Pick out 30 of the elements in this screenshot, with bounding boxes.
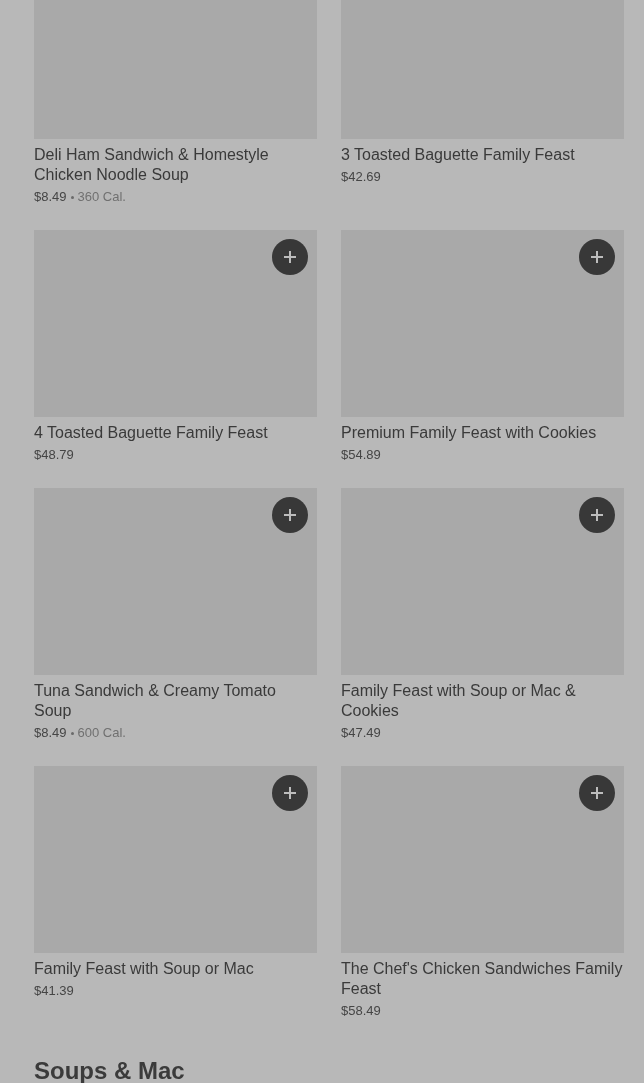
plus-icon (284, 509, 296, 521)
add-button[interactable] (579, 775, 615, 811)
price: $47.49 (341, 724, 381, 742)
item-name: Deli Ham Sandwich & Homestyle Chicken Noodle Soup (34, 145, 270, 185)
item-name: Family Feast with Soup or Mac & Cookies (341, 681, 577, 721)
plus-icon (591, 509, 603, 521)
add-button[interactable] (579, 239, 615, 275)
price: $41.39 (34, 982, 74, 1000)
add-button[interactable] (272, 775, 308, 811)
calories: 360 Cal. (77, 188, 126, 206)
price: $8.49 (34, 724, 67, 742)
calories: 600 Cal. (77, 724, 126, 742)
plus-icon (591, 787, 603, 799)
item-name: 3 Toasted Baguette Family Feast (341, 145, 576, 165)
add-button[interactable] (272, 239, 308, 275)
price: $42.69 (341, 168, 381, 186)
price: $58.49 (341, 1002, 381, 1020)
price: $54.89 (341, 446, 381, 464)
plus-icon (284, 251, 296, 263)
add-button[interactable] (579, 497, 615, 533)
item-name: The Chef's Chicken Sandwiches Family Feast (341, 959, 624, 999)
plus-icon (591, 251, 603, 263)
price: $48.79 (34, 446, 74, 464)
add-button[interactable] (272, 497, 308, 533)
item-name: Premium Family Feast with Cookies (341, 423, 598, 443)
plus-icon (284, 787, 296, 799)
item-name: 4 Toasted Baguette Family Feast (34, 423, 269, 443)
price: $8.49 (34, 188, 67, 206)
item-name: Family Feast with Soup or Mac (34, 959, 255, 979)
item-name: Tuna Sandwich & Creamy Tomato Soup (34, 681, 277, 721)
